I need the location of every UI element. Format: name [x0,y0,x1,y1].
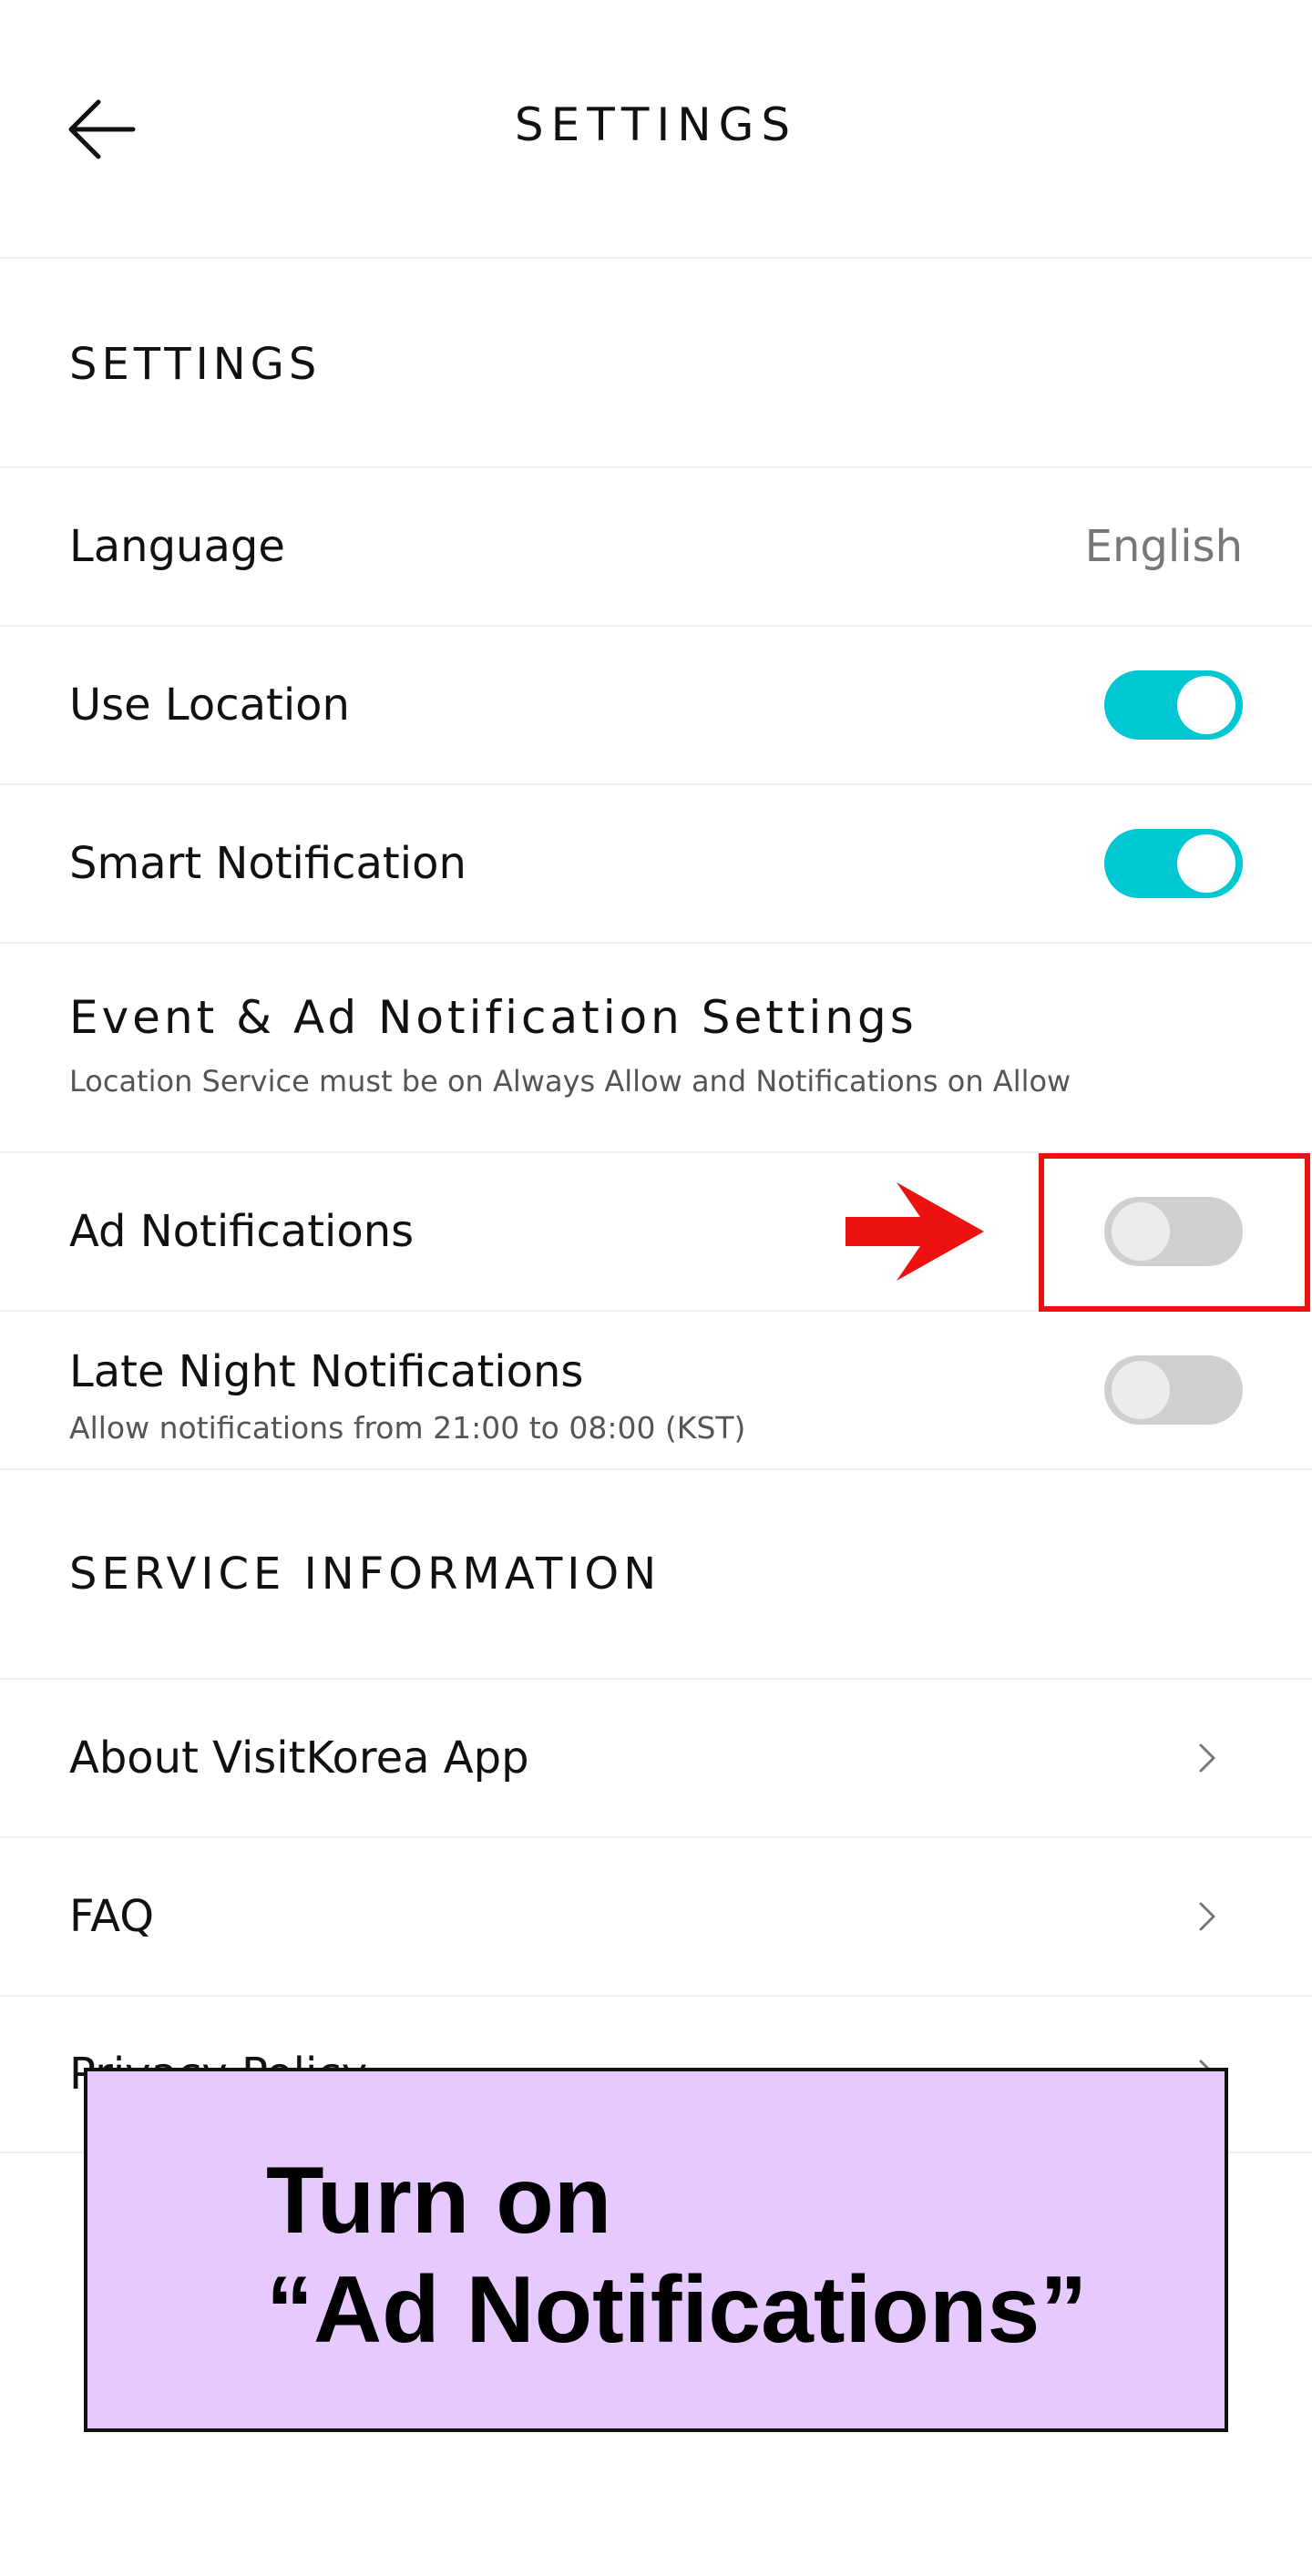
instruction-line-2: “Ad Notifications” [266,2257,1088,2363]
highlight-box [1039,1153,1310,1312]
instruction-line-1: Turn on [266,2148,612,2254]
use-location-label: Use Location [69,680,350,731]
smart-notification-row: Smart Notification [0,783,1312,942]
late-night-sub: Allow notifications from 21:00 to 08:00 … [69,1410,746,1446]
event-ad-section-heading: Event & Ad Notification Settings [69,991,917,1044]
language-row[interactable]: Language English [0,466,1312,625]
chevron-right-icon [1199,1902,1215,1931]
language-value: English [1084,521,1243,572]
toggle-knob [1177,834,1235,893]
settings-section-heading: SETTINGS [69,339,322,390]
faq-row[interactable]: FAQ [0,1836,1312,1995]
use-location-toggle[interactable] [1104,670,1243,740]
toggle-knob [1177,676,1235,734]
service-section-heading: SERVICE INFORMATION [69,1549,661,1600]
toggle-knob [1112,1361,1170,1419]
smart-notification-label: Smart Notification [69,838,466,889]
ad-notifications-label: Ad Notifications [69,1206,415,1257]
smart-notification-toggle[interactable] [1104,829,1243,898]
red-arrow-icon [846,1182,984,1281]
late-night-label: Late Night Notifications [69,1346,584,1397]
app-header: SETTINGS [0,0,1312,259]
instruction-text: Turn on “Ad Notifications” [266,2146,1195,2365]
late-night-row: Late Night Notifications Allow notificat… [0,1310,1312,1468]
divider [0,1468,1312,1470]
settings-screen: SETTINGS SETTINGS Language English Use L… [0,0,1312,2576]
faq-label: FAQ [69,1891,154,1942]
language-label: Language [69,521,285,572]
page-title: SETTINGS [514,98,798,151]
late-night-toggle[interactable] [1104,1355,1243,1425]
event-ad-section-note: Location Service must be on Always Allow… [69,1064,1071,1099]
about-app-label: About VisitKorea App [69,1733,529,1784]
instruction-card: Turn on “Ad Notifications” [84,2068,1228,2432]
about-app-row[interactable]: About VisitKorea App [0,1678,1312,1836]
use-location-row: Use Location [0,625,1312,783]
divider [0,942,1312,944]
chevron-right-icon [1199,1743,1215,1773]
